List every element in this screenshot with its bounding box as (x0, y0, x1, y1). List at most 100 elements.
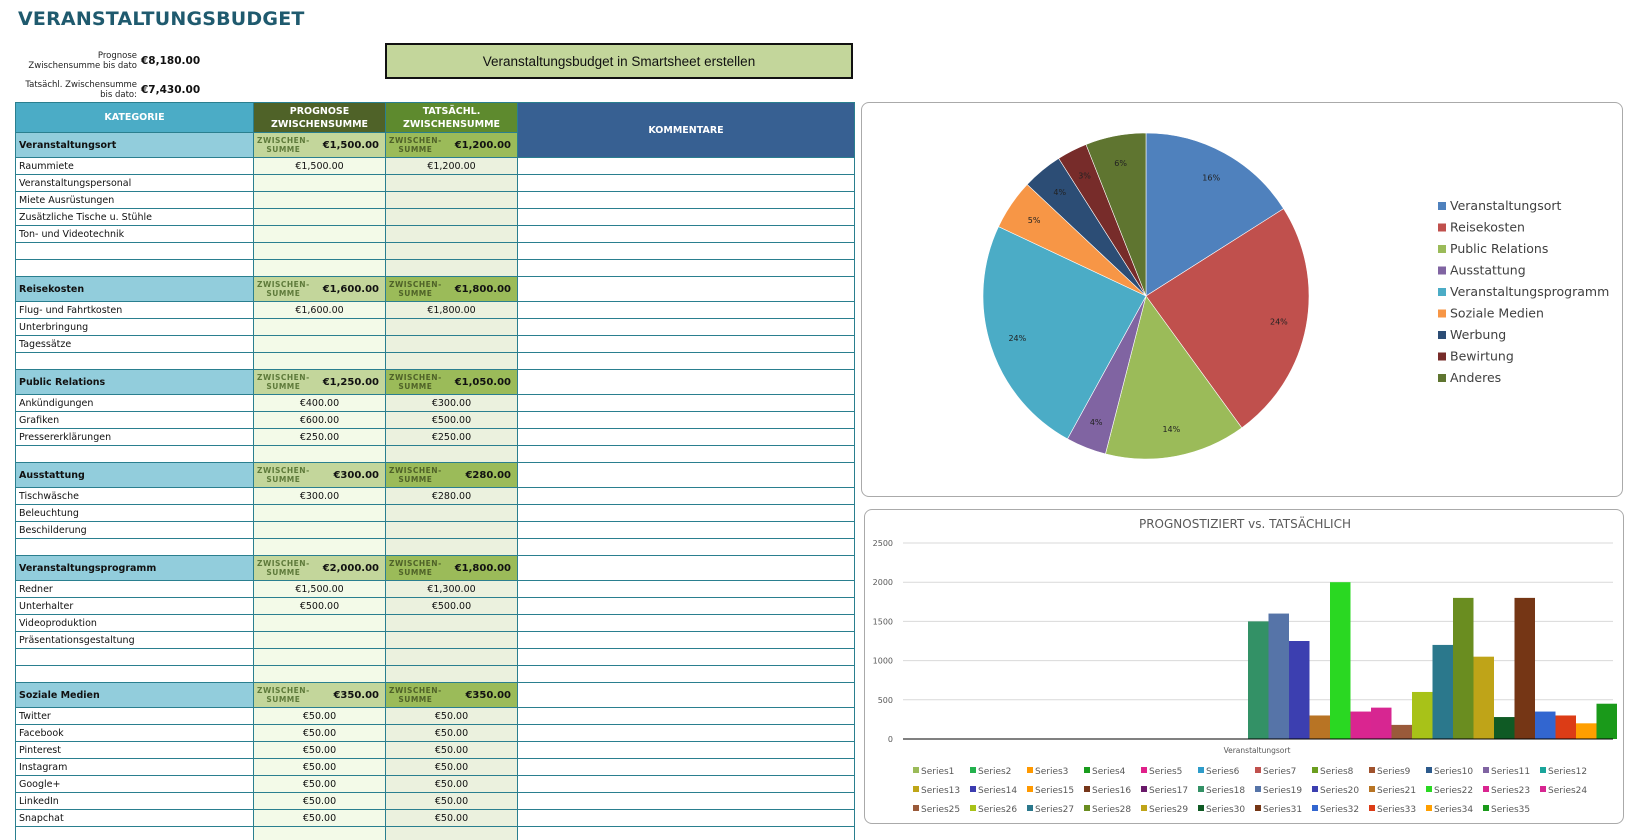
item-actual[interactable]: €250.00 (385, 428, 518, 446)
item-actual[interactable] (385, 318, 518, 336)
bar-series30[interactable] (1494, 717, 1515, 739)
item-comment[interactable] (517, 487, 855, 505)
item-comment[interactable] (517, 259, 855, 277)
item-actual[interactable]: €50.00 (385, 775, 518, 793)
item-label[interactable]: Ton- und Videotechnik (15, 225, 254, 243)
item-actual[interactable]: €500.00 (385, 411, 518, 429)
item-label[interactable]: Snapchat (15, 809, 254, 827)
item-comment[interactable] (517, 521, 855, 539)
bar-series33[interactable] (1555, 715, 1577, 739)
category-name[interactable]: Ausstattung (15, 462, 254, 488)
bar-series24[interactable] (1371, 707, 1392, 739)
item-forecast[interactable] (253, 191, 386, 209)
legend-entry[interactable]: Reisekosten (1450, 220, 1525, 235)
item-forecast[interactable] (253, 648, 386, 666)
legend-entry[interactable]: Series14 (978, 786, 1017, 796)
bar-series19[interactable] (1268, 613, 1290, 739)
item-actual[interactable] (385, 335, 518, 353)
item-actual[interactable]: €50.00 (385, 707, 518, 725)
item-comment[interactable] (517, 174, 855, 192)
legend-entry[interactable]: Series28 (1092, 805, 1131, 815)
bar-series28[interactable] (1453, 597, 1474, 739)
item-actual[interactable]: €1,200.00 (385, 157, 518, 175)
comment-cell[interactable] (517, 276, 855, 302)
item-forecast[interactable]: €1,600.00 (253, 301, 386, 319)
item-label[interactable] (15, 259, 254, 277)
legend-entry[interactable]: Series32 (1320, 805, 1359, 815)
item-label[interactable]: Ankündigungen (15, 394, 254, 412)
item-forecast[interactable] (253, 614, 386, 632)
legend-entry[interactable]: Series27 (1035, 805, 1074, 815)
item-comment[interactable] (517, 648, 855, 666)
legend-entry[interactable]: Series35 (1491, 805, 1530, 815)
item-forecast[interactable] (253, 208, 386, 226)
item-comment[interactable] (517, 826, 855, 840)
item-comment[interactable] (517, 225, 855, 243)
item-actual[interactable] (385, 521, 518, 539)
item-actual[interactable] (385, 665, 518, 683)
legend-entry[interactable]: Werbung (1450, 327, 1506, 342)
item-comment[interactable] (517, 445, 855, 463)
category-name[interactable]: Veranstaltungsprogramm (15, 555, 254, 581)
item-forecast[interactable]: €50.00 (253, 809, 386, 827)
category-name[interactable]: Veranstaltungsort (15, 132, 254, 158)
item-forecast[interactable]: €50.00 (253, 741, 386, 759)
item-actual[interactable]: €280.00 (385, 487, 518, 505)
item-comment[interactable] (517, 758, 855, 776)
item-label[interactable]: Veranstaltungspersonal (15, 174, 254, 192)
item-forecast[interactable] (253, 335, 386, 353)
item-actual[interactable] (385, 225, 518, 243)
item-comment[interactable] (517, 411, 855, 429)
item-comment[interactable] (517, 580, 855, 598)
item-forecast[interactable] (253, 225, 386, 243)
item-forecast[interactable]: €50.00 (253, 707, 386, 725)
item-label[interactable]: Beleuchtung (15, 504, 254, 522)
legend-entry[interactable]: Series18 (1206, 786, 1245, 796)
item-forecast[interactable] (253, 242, 386, 260)
item-label[interactable]: LinkedIn (15, 792, 254, 810)
item-comment[interactable] (517, 707, 855, 725)
legend-entry[interactable]: Series2 (978, 767, 1011, 777)
item-actual[interactable] (385, 259, 518, 277)
item-actual[interactable]: €50.00 (385, 741, 518, 759)
item-actual[interactable]: €50.00 (385, 758, 518, 776)
legend-entry[interactable]: Series11 (1491, 767, 1530, 777)
item-comment[interactable] (517, 191, 855, 209)
legend-entry[interactable]: Series34 (1434, 805, 1473, 815)
item-actual[interactable]: €500.00 (385, 597, 518, 615)
item-actual[interactable] (385, 631, 518, 649)
legend-entry[interactable]: Series16 (1092, 786, 1131, 796)
legend-entry[interactable]: Series33 (1377, 805, 1416, 815)
item-actual[interactable] (385, 614, 518, 632)
item-comment[interactable] (517, 597, 855, 615)
legend-entry[interactable]: Bewirtung (1450, 349, 1514, 364)
legend-entry[interactable]: Series10 (1434, 767, 1473, 777)
legend-entry[interactable]: Series9 (1377, 767, 1411, 777)
item-comment[interactable] (517, 538, 855, 556)
item-forecast[interactable]: €300.00 (253, 487, 386, 505)
item-actual[interactable] (385, 445, 518, 463)
legend-entry[interactable]: Series20 (1320, 786, 1359, 796)
item-forecast[interactable]: €50.00 (253, 792, 386, 810)
legend-entry[interactable]: Series22 (1434, 786, 1473, 796)
legend-entry[interactable]: Series4 (1092, 767, 1126, 777)
item-forecast[interactable]: €1,500.00 (253, 580, 386, 598)
item-forecast[interactable]: €250.00 (253, 428, 386, 446)
item-forecast[interactable] (253, 665, 386, 683)
item-label[interactable]: Miete Ausrüstungen (15, 191, 254, 209)
item-actual[interactable]: €1,300.00 (385, 580, 518, 598)
item-label[interactable] (15, 538, 254, 556)
item-comment[interactable] (517, 792, 855, 810)
item-forecast[interactable] (253, 352, 386, 370)
item-label[interactable]: Twitter (15, 707, 254, 725)
item-label[interactable]: Tischwäsche (15, 487, 254, 505)
item-forecast[interactable] (253, 174, 386, 192)
item-forecast[interactable] (253, 445, 386, 463)
item-comment[interactable] (517, 208, 855, 226)
category-name[interactable]: Soziale Medien (15, 682, 254, 708)
bar-series31[interactable] (1514, 597, 1536, 739)
legend-entry[interactable]: Series31 (1263, 805, 1302, 815)
legend-entry[interactable]: Public Relations (1450, 241, 1548, 256)
bar-series26[interactable] (1412, 691, 1433, 739)
item-actual[interactable]: €300.00 (385, 394, 518, 412)
